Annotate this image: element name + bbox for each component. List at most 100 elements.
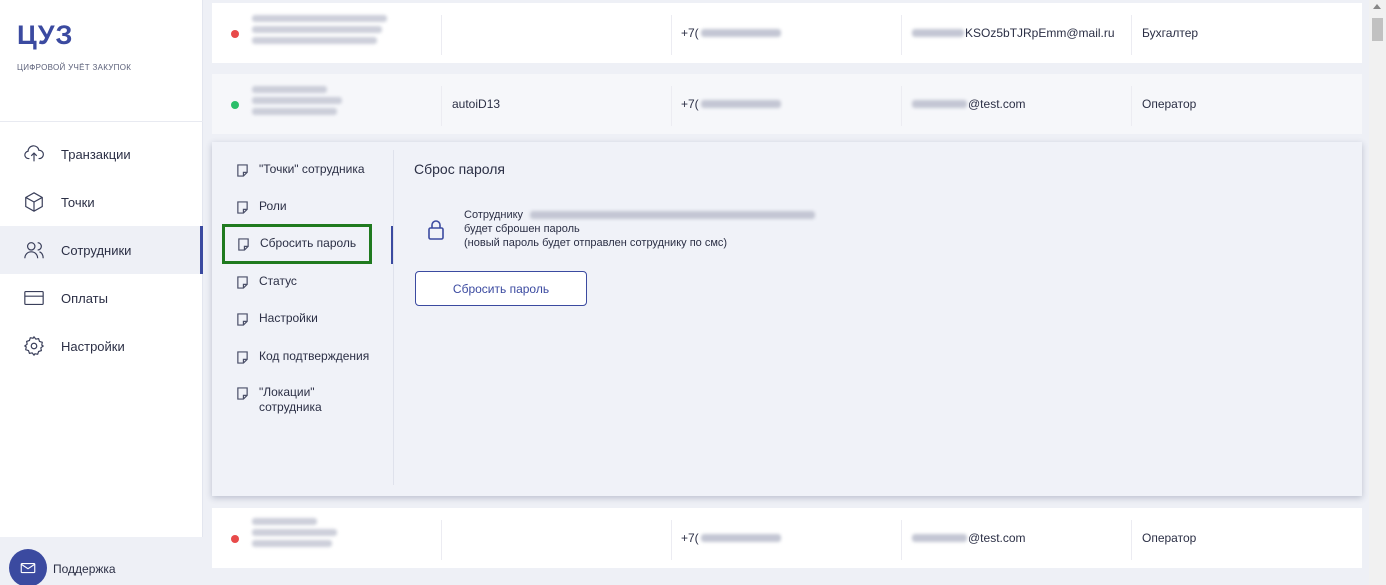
email-value: @test.com <box>968 97 1026 111</box>
employee-name-blurred <box>530 211 816 220</box>
email-blurred <box>912 534 967 542</box>
phone-prefix: +7( <box>681 26 699 40</box>
sidebar-nav: Транзакции Точки Сотрудники Оплаты Настр… <box>0 130 203 370</box>
document-icon <box>236 313 249 326</box>
email-value: @test.com <box>968 531 1026 545</box>
email-blurred <box>912 29 964 37</box>
status-dot-inactive <box>231 30 239 38</box>
email-cell: @test.com <box>912 508 1026 568</box>
submenu-divider <box>393 150 394 485</box>
page-scrollbar[interactable] <box>1369 0 1386 585</box>
employee-submenu: "Точки" сотрудника Роли Сбросить пароль … <box>212 142 393 496</box>
scroll-thumb[interactable] <box>1372 18 1383 41</box>
table-row[interactable]: autoiD13 +7( @test.com Оператор <box>212 74 1362 134</box>
box-icon <box>22 190 46 214</box>
phone-prefix: +7( <box>681 97 699 111</box>
column-divider <box>901 86 902 126</box>
section-title: Сброс пароля <box>414 161 505 177</box>
users-icon <box>22 238 46 262</box>
submenu-active-indicator <box>391 226 393 264</box>
login-cell: autoiD13 <box>452 74 500 134</box>
role-cell: Оператор <box>1142 508 1196 568</box>
submenu-item-roles[interactable]: Роли <box>236 199 287 214</box>
reset-text-line1: Сотруднику <box>464 209 524 221</box>
lock-icon <box>427 219 445 241</box>
email-value: KSOz5bTJRpEmm@mail.ru <box>965 26 1115 40</box>
column-divider <box>901 520 902 560</box>
sidebar-item-points[interactable]: Точки <box>0 178 203 226</box>
sidebar-item-label: Оплаты <box>61 290 108 306</box>
phone-cell: +7( <box>681 74 781 134</box>
reset-password-button[interactable]: Сбросить пароль <box>415 271 587 306</box>
submenu-item-label: Роли <box>259 199 287 213</box>
phone-prefix: +7( <box>681 531 699 545</box>
column-divider <box>671 520 672 560</box>
phone-blurred <box>700 534 781 542</box>
submenu-item-reset-password[interactable]: Сбросить пароль <box>222 224 372 264</box>
document-icon <box>236 351 249 364</box>
reset-password-description: Сотруднику будет сброшен пароль (новый п… <box>464 208 816 250</box>
column-divider <box>671 86 672 126</box>
document-icon <box>236 276 249 289</box>
sidebar-item-label: Настройки <box>61 338 125 354</box>
table-row[interactable]: +7( @test.com Оператор <box>212 508 1362 568</box>
sidebar-item-payments[interactable]: Оплаты <box>0 274 203 322</box>
phone-blurred <box>700 29 781 37</box>
support-button[interactable] <box>9 549 47 585</box>
document-icon <box>236 201 249 214</box>
sidebar: ЦУЗ ЦИФРОВОЙ УЧЁТ ЗАКУПОК Транзакции Точ… <box>0 0 203 585</box>
role-value: Оператор <box>1142 531 1197 545</box>
role-value: Бухгалтер <box>1142 26 1199 40</box>
role-cell: Оператор <box>1142 74 1196 134</box>
submenu-item-label: "Локации" сотрудника <box>259 385 322 414</box>
sidebar-item-settings[interactable]: Настройки <box>0 322 203 370</box>
submenu-item-status[interactable]: Статус <box>236 274 297 289</box>
status-dot-active <box>231 101 239 109</box>
submenu-item-settings[interactable]: Настройки <box>236 311 318 326</box>
sidebar-item-transactions[interactable]: Транзакции <box>0 130 203 178</box>
submenu-item-label: Статус <box>259 274 297 288</box>
column-divider <box>1131 15 1132 55</box>
sidebar-divider <box>0 121 203 122</box>
document-icon <box>236 387 249 400</box>
table-row[interactable]: +7( KSOz5bTJRpEmm@mail.ru Бухгалтер <box>212 3 1362 63</box>
column-divider <box>901 15 902 55</box>
gear-icon <box>22 334 46 358</box>
submenu-item-label: Код подтверждения <box>259 349 370 363</box>
phone-cell: +7( <box>681 508 781 568</box>
scroll-up-arrow-icon[interactable] <box>1373 4 1381 9</box>
submenu-item-confirmation-code[interactable]: Код подтверждения <box>236 349 369 364</box>
support-label[interactable]: Поддержка <box>53 562 116 576</box>
sidebar-item-label: Точки <box>61 194 95 210</box>
column-divider <box>441 15 442 55</box>
employee-name-blurred <box>252 15 387 44</box>
document-icon <box>236 164 249 177</box>
reset-text-line2: будет сброшен пароль <box>464 223 580 235</box>
login-value: autoiD13 <box>452 97 501 111</box>
role-cell: Бухгалтер <box>1142 3 1198 63</box>
column-divider <box>1131 520 1132 560</box>
role-value: Оператор <box>1142 97 1197 111</box>
submenu-item-label: "Точки" сотрудника <box>259 162 365 176</box>
column-divider <box>1131 86 1132 126</box>
employee-detail-panel: "Точки" сотрудника Роли Сбросить пароль … <box>212 142 1362 496</box>
column-divider <box>441 520 442 560</box>
phone-cell: +7( <box>681 3 781 63</box>
email-blurred <box>912 100 967 108</box>
app-logo[interactable]: ЦУЗ <box>17 20 73 51</box>
email-cell: @test.com <box>912 74 1026 134</box>
sidebar-item-employees[interactable]: Сотрудники <box>0 226 203 274</box>
sidebar-item-label: Транзакции <box>61 146 131 162</box>
cloud-upload-icon <box>22 142 46 166</box>
employee-name-blurred <box>252 86 342 115</box>
column-divider <box>441 86 442 126</box>
status-dot-inactive <box>231 535 239 543</box>
submenu-item-label: Сбросить пароль <box>260 236 357 250</box>
mail-icon <box>20 562 36 574</box>
phone-blurred <box>700 100 781 108</box>
submenu-item-employee-locations[interactable]: "Локации" сотрудника <box>236 385 366 415</box>
employee-name-blurred <box>252 518 337 547</box>
email-cell: KSOz5bTJRpEmm@mail.ru <box>912 3 1115 63</box>
submenu-item-employee-points[interactable]: "Точки" сотрудника <box>236 162 365 177</box>
support-area: Поддержка <box>0 537 203 585</box>
